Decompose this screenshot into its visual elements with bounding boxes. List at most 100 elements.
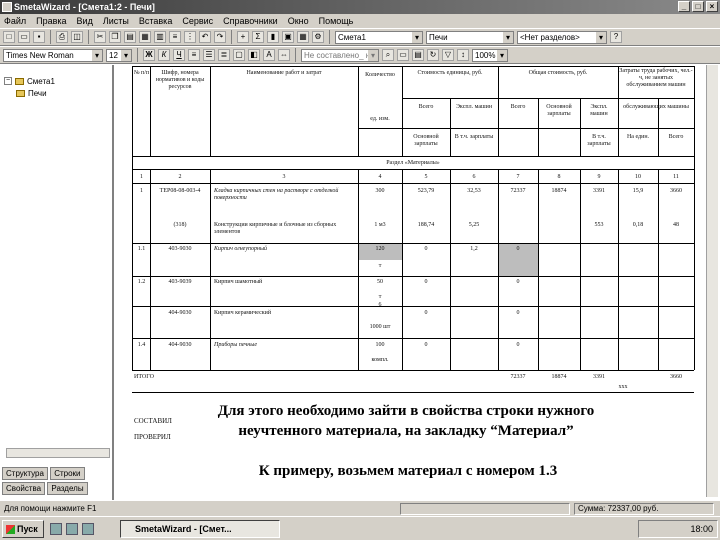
row-qty: 1 м3 xyxy=(374,222,386,228)
menu-file[interactable]: Файл xyxy=(4,16,26,26)
cut-icon[interactable]: ✂ xyxy=(94,31,106,43)
row-code[interactable]: 404-9030 xyxy=(151,342,209,349)
align-left-icon[interactable]: ≡ xyxy=(188,49,200,61)
merge-icon[interactable]: ⇔ xyxy=(278,49,290,61)
panel-horizontal-scrollbar[interactable] xyxy=(6,448,110,458)
row-name[interactable]: Кирпич шамотный xyxy=(214,279,356,286)
align-center-icon[interactable]: ☰ xyxy=(203,49,215,61)
row-value: 0 xyxy=(516,246,520,252)
tab-properties[interactable]: Свойства xyxy=(2,482,46,495)
tab-sections[interactable]: Разделы xyxy=(47,482,88,495)
row-code[interactable]: ТЕР08-08-003-4 xyxy=(151,188,209,195)
row-qty[interactable]: 50 xyxy=(359,279,401,286)
table-icon[interactable]: ▥ xyxy=(154,31,166,43)
row-name[interactable]: Приборы печные xyxy=(214,342,356,349)
insert-icon[interactable]: + xyxy=(237,31,249,43)
desktop-icon[interactable] xyxy=(82,523,94,535)
tree-child-node[interactable]: Печи xyxy=(4,87,108,99)
paste-icon[interactable]: ▤ xyxy=(124,31,136,43)
redo-icon[interactable]: ↷ xyxy=(214,31,226,43)
tree-root-node[interactable]: − Смета1 xyxy=(4,75,108,87)
menu-view[interactable]: Вид xyxy=(77,16,93,26)
new-file-icon[interactable]: □ xyxy=(3,31,15,43)
refresh-icon[interactable]: ↻ xyxy=(427,49,439,61)
grid-icon[interactable]: ▦ xyxy=(297,31,309,43)
row-code[interactable]: 404-9030 xyxy=(151,310,209,317)
columns-icon[interactable]: ⋮ xyxy=(184,31,196,43)
settings-icon[interactable]: ⚙ xyxy=(312,31,324,43)
zoom-combo[interactable]: 100% xyxy=(472,48,508,62)
undo-icon[interactable]: ↶ xyxy=(199,31,211,43)
save-icon[interactable]: ▪ xyxy=(33,31,45,43)
row-qty[interactable]: 6 xyxy=(359,302,401,309)
preview-page-icon[interactable]: ▭ xyxy=(397,49,409,61)
row-code[interactable]: 403-9039 xyxy=(151,279,209,286)
row-name[interactable]: Кладка кирпичных стен на растворе с отде… xyxy=(214,188,356,202)
menu-insert[interactable]: Вставка xyxy=(139,16,172,26)
maximize-button[interactable]: □ xyxy=(692,1,704,12)
col-number: 6 xyxy=(472,174,476,180)
close-button[interactable]: × xyxy=(706,1,718,12)
font-size-combo[interactable]: 12 xyxy=(106,48,132,62)
format-icon[interactable]: ▦ xyxy=(139,31,151,43)
menu-help[interactable]: Помощь xyxy=(319,16,354,26)
italic-button[interactable]: К xyxy=(158,49,170,61)
copy-icon[interactable]: ❐ xyxy=(109,31,121,43)
row-number: 1.2 xyxy=(137,279,146,285)
underline-button[interactable]: Ч xyxy=(173,49,185,61)
rows-icon[interactable]: ≡ xyxy=(169,31,181,43)
row-name[interactable]: Кирпич керамический xyxy=(214,310,356,317)
row-code: (318) xyxy=(173,222,187,228)
menu-window[interactable]: Окно xyxy=(288,16,309,26)
row-value: 553 xyxy=(594,222,604,228)
help-icon[interactable]: ? xyxy=(610,31,622,43)
col-number: 5 xyxy=(424,174,428,180)
header-total2: Всего xyxy=(510,104,526,110)
tab-structure[interactable]: Структура xyxy=(2,467,48,480)
menu-references[interactable]: Справочники xyxy=(223,16,278,26)
outlook-icon[interactable] xyxy=(66,523,78,535)
row-qty[interactable]: 300 xyxy=(359,188,401,195)
calc-icon[interactable]: Σ xyxy=(252,31,264,43)
row-qty[interactable]: 120 xyxy=(359,246,401,253)
total-value: 3391 xyxy=(593,374,605,380)
taskbar-item-smetawizard[interactable]: SmetaWizard - [Смет... xyxy=(120,520,280,538)
filter-icon[interactable]: ▽ xyxy=(442,49,454,61)
row-name[interactable]: Кирпич огнеупорный xyxy=(214,246,356,253)
chart-icon[interactable]: ▮ xyxy=(267,31,279,43)
ie-icon[interactable] xyxy=(50,523,62,535)
collapse-icon[interactable]: − xyxy=(4,77,12,85)
bold-button[interactable]: Ж xyxy=(143,49,155,61)
menu-sheets[interactable]: Листы xyxy=(103,16,129,26)
estimate-document[interactable]: № п/п Шифр, номера нормативов и коды рес… xyxy=(118,66,706,498)
style-combo[interactable]: Не составлено_ на xyxy=(301,48,379,62)
section-combo[interactable]: Печи xyxy=(426,30,514,44)
border-icon[interactable]: ▢ xyxy=(233,49,245,61)
sort-icon[interactable]: ↕ xyxy=(457,49,469,61)
preview-icon[interactable]: ◫ xyxy=(71,31,83,43)
page-setup-icon[interactable]: ▤ xyxy=(412,49,424,61)
font-color-icon[interactable]: A xyxy=(263,49,275,61)
estimate-combo[interactable]: Смета1 xyxy=(335,30,423,44)
row-value: 72337 xyxy=(510,188,526,194)
image-icon[interactable]: ▣ xyxy=(282,31,294,43)
open-folder-icon[interactable]: ▭ xyxy=(18,31,30,43)
print-icon[interactable]: ⎙ xyxy=(56,31,68,43)
font-combo[interactable]: Times New Roman xyxy=(3,48,103,62)
align-right-icon[interactable]: ≣ xyxy=(218,49,230,61)
format-toolbar: Times New Roman 12 Ж К Ч ≡ ☰ ≣ ▢ ◧ A ⇔ Н… xyxy=(0,46,720,64)
total-value: 18874 xyxy=(551,374,567,380)
minimize-button[interactable]: _ xyxy=(678,1,690,12)
document-vertical-scrollbar[interactable] xyxy=(706,65,718,497)
subsection-combo[interactable]: <Нет разделов> xyxy=(517,30,607,44)
tab-rows[interactable]: Строки xyxy=(50,467,85,480)
menu-edit[interactable]: Правка xyxy=(36,16,66,26)
fill-icon[interactable]: ◧ xyxy=(248,49,260,61)
start-button[interactable]: Пуск xyxy=(2,520,44,538)
total-value: 72337 xyxy=(510,374,526,380)
header-incl-salary1: В т.ч. зарплаты xyxy=(454,134,494,140)
menu-service[interactable]: Сервис xyxy=(182,16,213,26)
row-code[interactable]: 403-9030 xyxy=(151,246,209,253)
zoom-icon[interactable]: ⌕ xyxy=(382,49,394,61)
row-qty[interactable]: 100 xyxy=(359,342,401,349)
